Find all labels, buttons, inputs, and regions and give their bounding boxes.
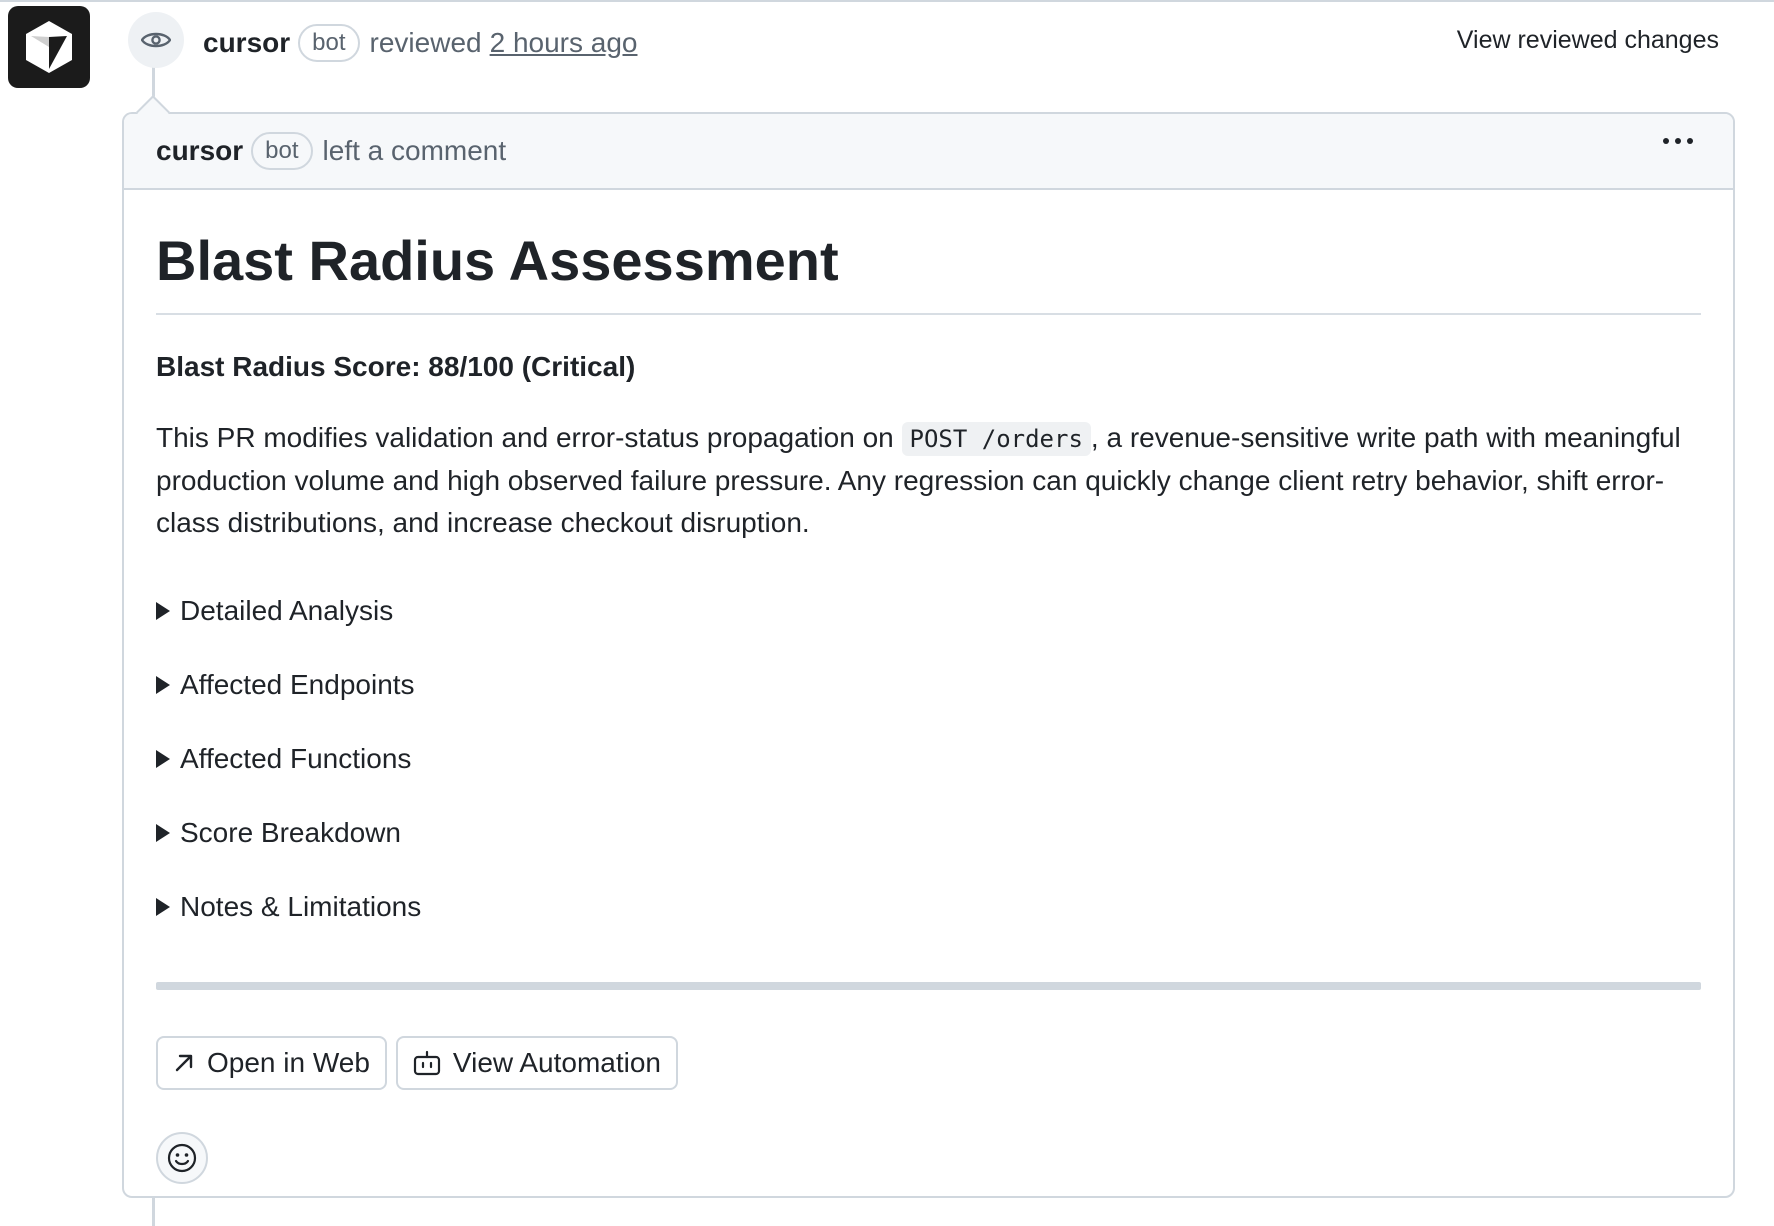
review-time-link[interactable]: 2 hours ago <box>490 27 638 59</box>
eye-icon <box>141 32 171 48</box>
triangle-right-icon <box>156 750 170 768</box>
triangle-right-icon <box>156 602 170 620</box>
details-label: Notes & Limitations <box>180 891 422 922</box>
details-list: Detailed Analysis Affected Endpoints Aff… <box>156 574 1701 944</box>
comment-action: left a comment <box>322 135 507 166</box>
triangle-right-icon <box>156 824 170 842</box>
open-in-web-button[interactable]: Open in Web <box>156 1036 387 1090</box>
details-detailed-analysis[interactable]: Detailed Analysis <box>156 574 1701 648</box>
kebab-icon[interactable] <box>1663 138 1693 144</box>
avatar[interactable] <box>8 6 90 88</box>
details-label: Score Breakdown <box>180 817 402 848</box>
triangle-right-icon <box>156 676 170 694</box>
smiley-icon <box>167 1143 197 1173</box>
comment-card: cursor bot left a comment Blast Radius A… <box>122 112 1735 1198</box>
review-badge <box>128 12 184 68</box>
description-text: This PR modifies validation and error-st… <box>156 422 894 453</box>
details-label: Affected Endpoints <box>180 669 415 700</box>
review-action: reviewed <box>369 27 482 58</box>
section-divider <box>156 982 1701 990</box>
cursor-logo-icon <box>26 21 72 73</box>
details-label: Affected Functions <box>180 743 412 774</box>
details-affected-functions[interactable]: Affected Functions <box>156 722 1701 796</box>
details-affected-endpoints[interactable]: Affected Endpoints <box>156 648 1701 722</box>
view-automation-button[interactable]: View Automation <box>395 1036 678 1090</box>
blast-radius-score: Blast Radius Score: 88/100 (Critical) <box>156 351 636 382</box>
review-header: cursor bot reviewed 2 hours ago <box>203 20 637 66</box>
page: cursor bot reviewed 2 hours ago View rev… <box>0 0 1774 1226</box>
arrow-up-right-icon <box>175 1054 193 1072</box>
view-automation-label: View Automation <box>452 1047 661 1078</box>
triangle-right-icon <box>156 898 170 916</box>
view-reviewed-changes-link[interactable]: View reviewed changes <box>1457 26 1719 55</box>
open-in-web-label: Open in Web <box>207 1047 370 1078</box>
details-score-breakdown[interactable]: Score Breakdown <box>156 796 1701 870</box>
robot-icon <box>413 1050 441 1076</box>
comment-title: Blast Radius Assessment <box>156 228 1701 315</box>
comment-author[interactable]: cursor <box>156 135 243 167</box>
comment-description: This PR modifies validation and error-st… <box>156 417 1716 544</box>
comment-body: Blast Radius Assessment Blast Radius Sco… <box>124 228 1733 1184</box>
add-reaction-button[interactable] <box>156 1132 208 1184</box>
endpoint-code: POST /orders <box>901 422 1091 456</box>
details-notes-limitations[interactable]: Notes & Limitations <box>156 870 1701 944</box>
comment-header: cursor bot left a comment <box>124 114 1733 190</box>
top-divider <box>0 0 1774 2</box>
bot-badge: bot <box>251 132 313 170</box>
action-buttons: Open in Web View Automation <box>156 1036 1701 1090</box>
review-author[interactable]: cursor <box>203 27 290 59</box>
details-label: Detailed Analysis <box>180 595 394 626</box>
bot-badge: bot <box>298 24 360 62</box>
